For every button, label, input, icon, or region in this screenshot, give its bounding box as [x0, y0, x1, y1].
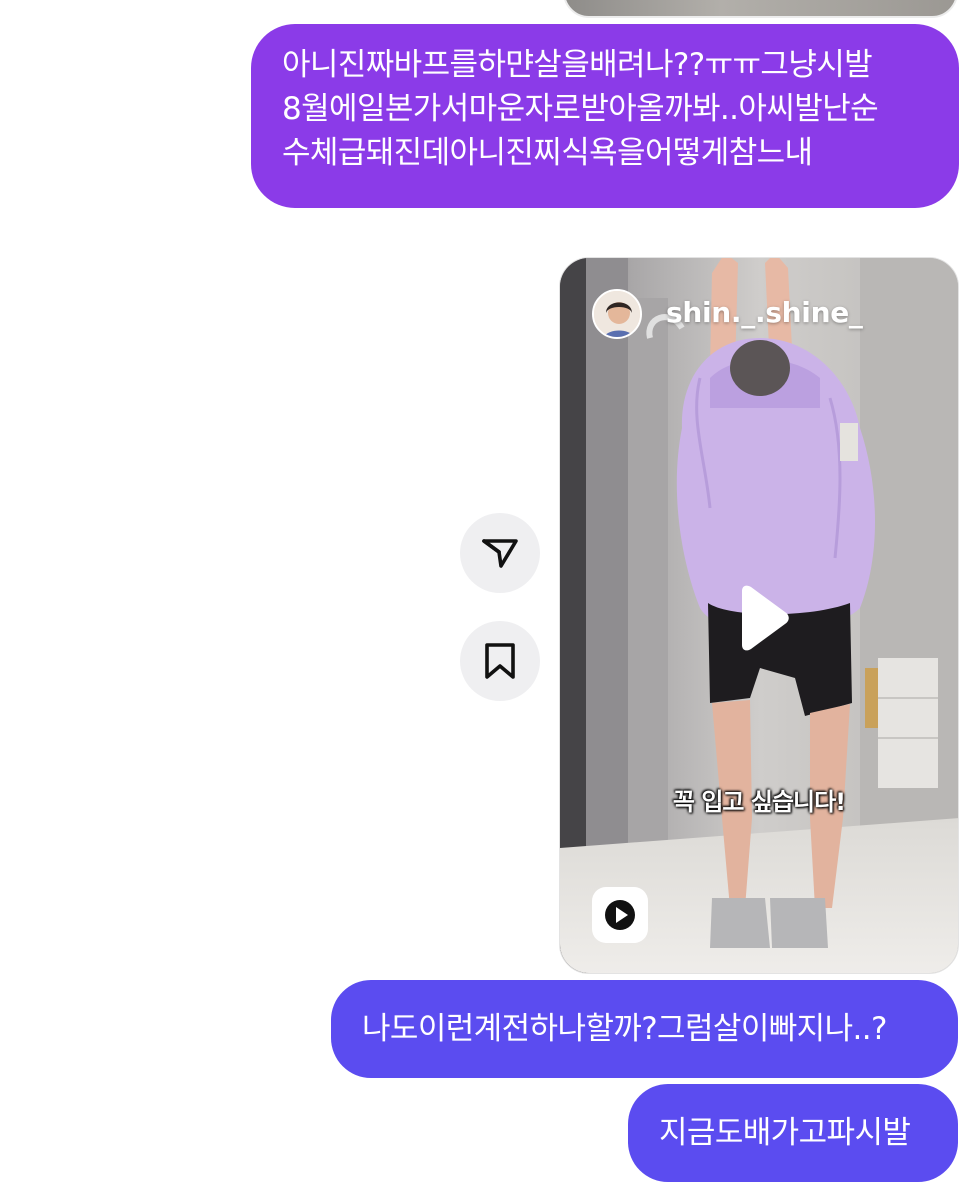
bookmark-icon [485, 643, 515, 679]
message-line-2: 8월에일본가서마운자로받아올까봐..아씨발난순 [282, 91, 879, 127]
message-bubble-1[interactable]: 아니진짜바프를하먄살을배려나??ㅠㅠ그냥시발 8월에일본가서마운자로받아올까봐.… [251, 24, 959, 208]
shared-reel-card[interactable]: shin._.shine_ 꼭 입고 싶습니다! [559, 257, 959, 974]
reel-username[interactable]: shin._.shine_ [666, 296, 863, 329]
send-icon [482, 539, 518, 568]
message-line-1: 아니진짜바프를하먄살을배려나??ㅠㅠ그냥시발 [282, 47, 873, 83]
save-button[interactable] [460, 621, 540, 701]
profile-avatar[interactable] [592, 289, 642, 339]
previous-media-bottom[interactable] [563, 0, 958, 18]
message-line-3: 수체급돼진데아니진찌식욕을어떻게참느내 [282, 135, 813, 171]
reel-caption: 꼭 입고 싶습니다! [672, 788, 846, 816]
play-icon[interactable] [724, 583, 794, 653]
reels-icon [592, 887, 648, 943]
share-button[interactable] [460, 513, 540, 593]
message-bubble-2[interactable]: 나도이런계전하나할까?그럼살이빠지나..? [331, 980, 958, 1078]
message-bubble-3[interactable]: 지금도배가고파시발 [628, 1084, 958, 1182]
